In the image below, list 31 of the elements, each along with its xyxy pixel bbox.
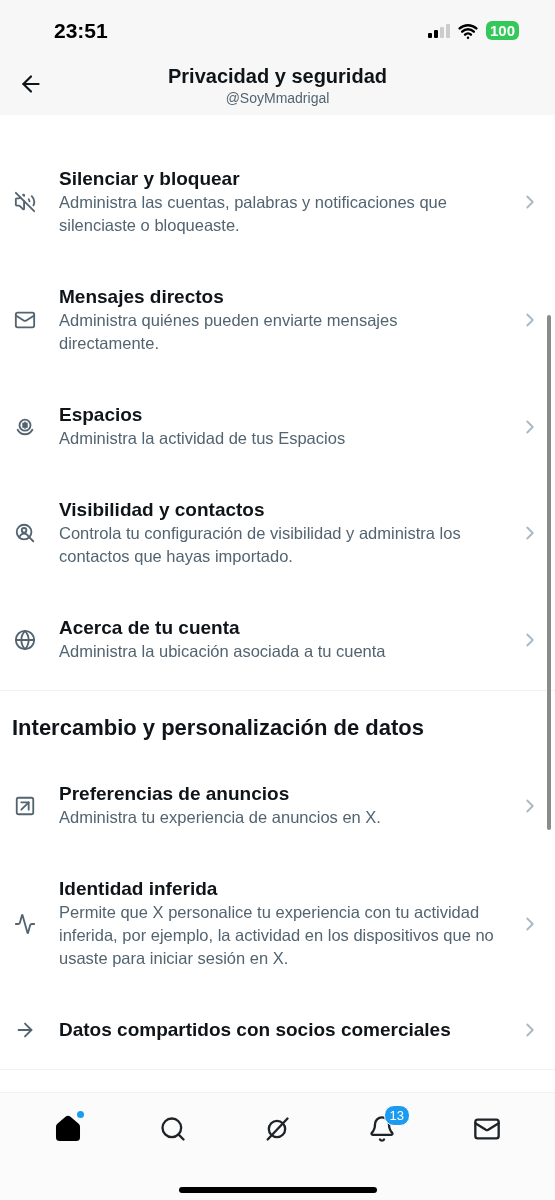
- setting-title[interactable]: Mensajes directos: [59, 285, 497, 309]
- setting-description: Administra tu experiencia de anuncios en X.: [59, 807, 382, 828]
- search-icon: [158, 1115, 187, 1143]
- setting-description: Controla tu configuración de visibilidad y administra los contactos que hayas importado.: [59, 523, 462, 567]
- setting-description: Administra la ubicación asociada a tu cuenta: [59, 641, 387, 662]
- setting-title[interactable]: Silenciar y bloquear: [59, 167, 497, 191]
- person-search-icon: [13, 522, 36, 544]
- home-icon: [54, 1115, 83, 1143]
- setting-title[interactable]: Espacios: [59, 403, 497, 427]
- section-heading: Intercambio y personalización de datos: [11, 714, 425, 742]
- setting-description: Administra las cuentas, palabras y notificaciones que silenciaste o bloqueaste.: [59, 192, 448, 236]
- setting-description: Administra la actividad de tus Espacios: [59, 428, 347, 449]
- status-time: 23:51: [54, 18, 108, 43]
- setting-description: Administra quiénes pueden enviarte mensajes directamente.: [59, 310, 399, 354]
- setting-title[interactable]: Visibilidad y contactos: [59, 498, 497, 522]
- notification-count: 13: [383, 1105, 411, 1126]
- new-dot: [77, 1111, 85, 1118]
- pulse-icon: [13, 912, 36, 935]
- slashed-circle-icon: [263, 1115, 292, 1143]
- setting-title[interactable]: Datos compartidos con socios comerciales: [59, 1018, 497, 1042]
- user-handle: @SoyMmadrigal: [225, 89, 330, 106]
- globe-icon: [13, 628, 36, 651]
- envelope-icon: [13, 309, 36, 331]
- setting-title[interactable]: Preferencias de anuncios: [59, 782, 497, 806]
- setting-title[interactable]: Identidad inferida: [59, 877, 497, 901]
- setting-description: Permite que X personalice tu experiencia con tu actividad inferida, por ejemplo, la actividad en los dispositivos que no usaste para iniciar sesión en X.: [59, 902, 495, 969]
- setting-title[interactable]: Acerca de tu cuenta: [59, 616, 497, 640]
- battery-level: 100: [485, 21, 519, 40]
- signal-icon: [427, 23, 450, 38]
- page-title: Privacidad y seguridad: [168, 64, 387, 88]
- muted-speaker-icon: [13, 191, 36, 213]
